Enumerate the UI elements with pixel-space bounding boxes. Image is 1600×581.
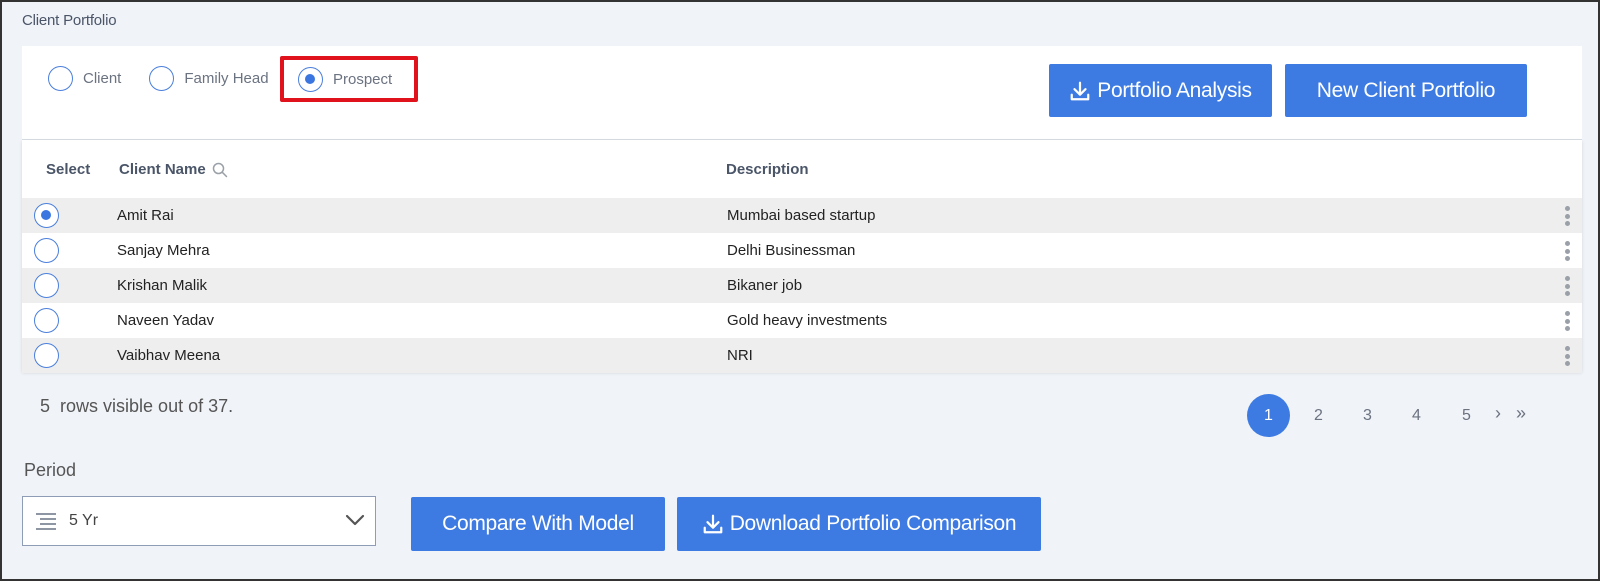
- page-1-button[interactable]: 1: [1247, 394, 1290, 437]
- page-4-button[interactable]: 4: [1395, 394, 1438, 437]
- row-select-radio[interactable]: [34, 308, 59, 333]
- download-portfolio-comparison-label: Download Portfolio Comparison: [729, 512, 1017, 535]
- radio-family-head[interactable]: [149, 66, 175, 91]
- client-type-radio-group: Client Family Head: [48, 66, 297, 91]
- row-menu-icon[interactable]: [1565, 276, 1570, 296]
- prospect-highlight: Prospect: [280, 56, 418, 102]
- rows-visible-info: 5 rows visible out of 37.: [40, 396, 233, 417]
- period-label: Period: [24, 460, 77, 480]
- rows-visible-count: 5: [40, 396, 51, 416]
- last-page-button[interactable]: »: [1508, 392, 1534, 435]
- row-select-radio[interactable]: [34, 238, 59, 263]
- page-2-button[interactable]: 2: [1297, 394, 1340, 437]
- row-client-name: Sanjay Mehra: [117, 242, 210, 259]
- radio-option-client[interactable]: Client: [48, 66, 121, 91]
- radio-option-prospect[interactable]: Prospect: [298, 67, 392, 92]
- row-menu-icon[interactable]: [1565, 206, 1570, 226]
- page-5-button[interactable]: 5: [1445, 394, 1488, 437]
- row-description: Bikaner job: [727, 277, 803, 294]
- portfolio-analysis-button[interactable]: Portfolio Analysis: [1049, 64, 1272, 117]
- row-description: Mumbai based startup: [727, 207, 876, 224]
- table-row[interactable]: Amit Rai Mumbai based startup: [22, 198, 1582, 233]
- row-description: NRI: [727, 347, 753, 364]
- row-select-radio[interactable]: [34, 203, 59, 228]
- compare-with-model-button[interactable]: Compare With Model: [411, 497, 665, 551]
- list-icon: [36, 513, 56, 530]
- compare-with-model-label: Compare With Model: [442, 512, 634, 535]
- radio-prospect[interactable]: [298, 67, 323, 92]
- row-menu-icon[interactable]: [1565, 241, 1570, 261]
- radio-label-client: Client: [83, 70, 122, 87]
- download-icon: [703, 514, 723, 534]
- radio-option-family-head[interactable]: Family Head: [149, 66, 269, 91]
- radio-client[interactable]: [48, 66, 73, 91]
- header-select: Select: [46, 161, 91, 178]
- row-client-name: Krishan Malik: [117, 277, 208, 294]
- table-row[interactable]: Naveen Yadav Gold heavy investments: [22, 303, 1582, 338]
- period-select-value: 5 Yr: [69, 512, 99, 529]
- row-description: Gold heavy investments: [727, 312, 888, 329]
- section-title: Client Portfolio: [22, 12, 117, 29]
- table-row[interactable]: Sanjay Mehra Delhi Businessman: [22, 233, 1582, 268]
- new-client-portfolio-label: New Client Portfolio: [1316, 78, 1496, 102]
- period-select[interactable]: 5 Yr: [22, 496, 376, 546]
- row-client-name: Vaibhav Meena: [117, 347, 221, 364]
- page-3-button[interactable]: 3: [1346, 394, 1389, 437]
- row-menu-icon[interactable]: [1565, 311, 1570, 331]
- row-select-radio[interactable]: [34, 273, 59, 298]
- table-row[interactable]: Vaibhav Meena NRI: [22, 338, 1582, 373]
- next-page-button[interactable]: ›: [1486, 392, 1510, 435]
- client-table: Select Client Name Description Amit Rai …: [22, 140, 1582, 373]
- row-client-name: Amit Rai: [117, 207, 174, 224]
- download-icon: [1070, 81, 1090, 100]
- row-description: Delhi Businessman: [727, 242, 856, 259]
- row-menu-icon[interactable]: [1565, 346, 1570, 366]
- header-client-name-label: Client Name: [119, 161, 206, 178]
- chevron-down-icon: [345, 514, 365, 526]
- filter-panel: Client Family Head Prospect Portfolio An…: [22, 46, 1582, 140]
- download-portfolio-comparison-button[interactable]: Download Portfolio Comparison: [677, 497, 1041, 551]
- table-header: Select Client Name Description: [22, 140, 1582, 198]
- row-client-name: Naveen Yadav: [117, 312, 215, 329]
- header-description: Description: [726, 161, 809, 178]
- client-portfolio-frame: Client Portfolio Client Family Head Pros…: [0, 0, 1600, 581]
- radio-label-prospect: Prospect: [333, 71, 393, 88]
- new-client-portfolio-button[interactable]: New Client Portfolio: [1285, 64, 1527, 117]
- portfolio-analysis-label: Portfolio Analysis: [1097, 78, 1252, 102]
- rows-visible-text: rows visible out of 37.: [60, 396, 234, 416]
- table-row[interactable]: Krishan Malik Bikaner job: [22, 268, 1582, 303]
- header-client-name: Client Name: [119, 161, 228, 178]
- row-select-radio[interactable]: [34, 343, 59, 368]
- radio-label-family-head: Family Head: [184, 70, 269, 87]
- search-icon[interactable]: [212, 162, 228, 178]
